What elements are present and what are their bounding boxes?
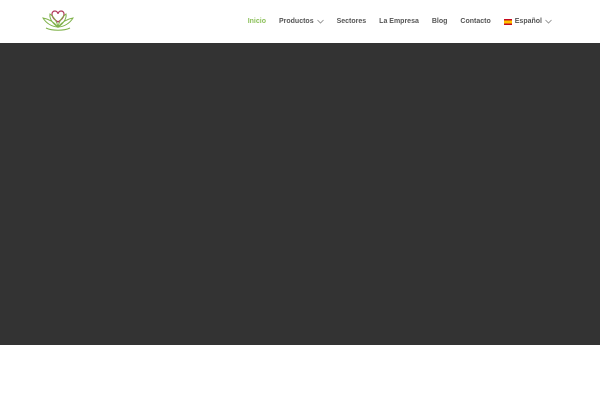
chevron-down-icon xyxy=(316,19,324,24)
nav-item-language[interactable]: Español xyxy=(503,18,552,25)
content-area xyxy=(0,345,600,400)
nav-item-label: Sectores xyxy=(336,18,367,25)
nav-item-la-empresa[interactable]: La Empresa xyxy=(379,18,419,25)
hero-banner xyxy=(0,43,600,345)
nav-item-inicio[interactable]: Inicio xyxy=(248,18,266,25)
nav-item-label: Inicio xyxy=(247,18,266,25)
nav-item-label: La Empresa xyxy=(379,18,419,25)
lotus-heart-logo-graphic xyxy=(42,10,74,31)
nav-item-label: Contacto xyxy=(460,18,491,25)
main-nav: Inicio Productos Sectores La Empresa Blo… xyxy=(248,0,552,43)
site-header: Inicio Productos Sectores La Empresa Blo… xyxy=(0,0,600,43)
nav-item-productos[interactable]: Productos xyxy=(279,18,324,25)
chevron-down-icon xyxy=(545,19,552,24)
nav-item-blog[interactable]: Blog xyxy=(432,18,448,25)
nav-item-sectores[interactable]: Sectores xyxy=(337,18,367,25)
nav-item-contacto[interactable]: Contacto xyxy=(460,18,490,25)
nav-item-label: Productos xyxy=(278,18,314,25)
spain-flag-icon xyxy=(503,18,512,25)
nav-item-label: Blog xyxy=(431,18,448,25)
nav-item-label: Español xyxy=(514,18,542,25)
lotus-heart-logo[interactable] xyxy=(40,9,76,33)
